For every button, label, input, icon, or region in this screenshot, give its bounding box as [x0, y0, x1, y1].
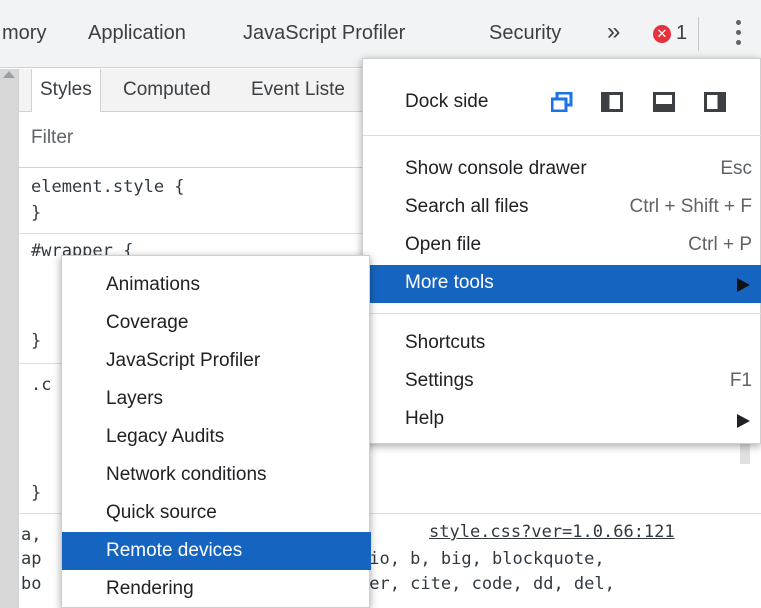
rule-element-style-close: }: [31, 203, 42, 223]
submenu-item-legacy-audits[interactable]: Legacy Audits: [62, 418, 371, 456]
menu-item-shortcut: Esc: [720, 158, 752, 179]
menu-item-shortcuts[interactable]: Shortcuts: [363, 325, 761, 363]
menu-item-label: Help: [405, 408, 445, 429]
tab-styles[interactable]: Styles: [31, 69, 101, 112]
submenu-item-label: Legacy Audits: [106, 426, 225, 447]
more-tabs-icon[interactable]: »: [607, 18, 620, 46]
menu-item-show-console-drawer[interactable]: Show console drawer Esc: [363, 151, 761, 189]
undock-icon[interactable]: [551, 92, 573, 112]
menu-item-settings[interactable]: Settings F1: [363, 363, 761, 401]
dock-right-icon[interactable]: [704, 92, 726, 112]
submenu-item-layers[interactable]: Layers: [62, 380, 371, 418]
customize-devtools-menu: Dock side Show console drawer Esc Search…: [362, 58, 761, 444]
rule-a-fragment[interactable]: a,: [21, 525, 41, 545]
submenu-item-label: Network conditions: [106, 464, 267, 485]
menu-item-open-file[interactable]: Open file Ctrl + P: [363, 227, 761, 265]
rule-ap-fragment: ap: [21, 549, 42, 569]
rule-c-close: }: [31, 483, 42, 503]
left-scroll-gutter[interactable]: [0, 69, 18, 608]
menu-item-label: Show console drawer: [405, 158, 587, 179]
rule-element-style-open[interactable]: element.style {: [31, 177, 185, 197]
toolbar-divider: [698, 17, 699, 51]
kebab-menu-icon[interactable]: [733, 18, 743, 50]
error-icon[interactable]: ✕: [653, 25, 671, 43]
rule-wrapper-close: }: [31, 331, 42, 351]
menu-item-help[interactable]: Help: [363, 401, 761, 439]
submenu-item-label: JavaScript Profiler: [106, 350, 261, 371]
filter-input[interactable]: Filter: [31, 127, 73, 149]
source-link[interactable]: style.css?ver=1.0.66:121: [429, 522, 675, 542]
submenu-item-animations[interactable]: Animations: [62, 266, 371, 304]
submenu-item-label: Animations: [106, 274, 200, 295]
menu-divider: [363, 135, 761, 136]
submenu-item-quick-source[interactable]: Quick source: [62, 494, 371, 532]
submenu-item-label: Layers: [106, 388, 164, 409]
submenu-item-rendering[interactable]: Rendering: [62, 570, 371, 608]
menu-item-search-all-files[interactable]: Search all files Ctrl + Shift + F: [363, 189, 761, 227]
submenu-item-coverage[interactable]: Coverage: [62, 304, 371, 342]
menu-divider: [363, 313, 761, 314]
menu-item-shortcut: Ctrl + Shift + F: [629, 196, 752, 217]
menu-item-more-tools[interactable]: More tools: [363, 265, 761, 303]
submenu-item-remote-devices[interactable]: Remote devices: [62, 532, 371, 570]
submenu-item-label: Quick source: [106, 502, 217, 523]
submenu-item-network-conditions[interactable]: Network conditions: [62, 456, 371, 494]
dock-side-label: Dock side: [405, 91, 489, 112]
rule-selector-line1: dio, b, big, blockquote,: [359, 549, 605, 569]
submenu-item-label: Coverage: [106, 312, 189, 333]
submenu-arrow-icon: [737, 414, 750, 428]
submenu-item-label: Rendering: [106, 578, 194, 599]
tab-event-listeners[interactable]: Event Liste: [251, 79, 345, 101]
tab-memory[interactable]: mory: [2, 22, 46, 45]
tab-security[interactable]: Security: [489, 22, 561, 45]
tab-computed[interactable]: Computed: [123, 79, 211, 101]
submenu-arrow-icon: [737, 278, 750, 292]
dock-bottom-icon[interactable]: [653, 92, 675, 112]
rule-bo-fragment: bo: [21, 574, 42, 594]
scroll-up-icon[interactable]: [3, 71, 15, 78]
rule-c-selector[interactable]: .c: [31, 375, 51, 395]
menu-item-label: Search all files: [405, 196, 529, 217]
tab-application[interactable]: Application: [88, 22, 186, 45]
dock-left-icon[interactable]: [601, 92, 623, 112]
menu-item-label: Open file: [405, 234, 482, 255]
tab-javascript-profiler[interactable]: JavaScript Profiler: [243, 22, 405, 45]
menu-item-label: More tools: [405, 272, 494, 293]
error-count[interactable]: 1: [676, 22, 687, 45]
submenu-item-javascript-profiler[interactable]: JavaScript Profiler: [62, 342, 371, 380]
submenu-item-label: Remote devices: [106, 540, 243, 561]
menu-item-label: Shortcuts: [405, 332, 486, 353]
menu-item-shortcut: Ctrl + P: [688, 234, 752, 255]
menu-item-label: Settings: [405, 370, 474, 391]
menu-item-shortcut: F1: [729, 370, 752, 391]
more-tools-submenu: Animations Coverage JavaScript Profiler …: [61, 255, 371, 608]
rule-selector-line2: ter, cite, code, dd, del,: [359, 574, 615, 594]
